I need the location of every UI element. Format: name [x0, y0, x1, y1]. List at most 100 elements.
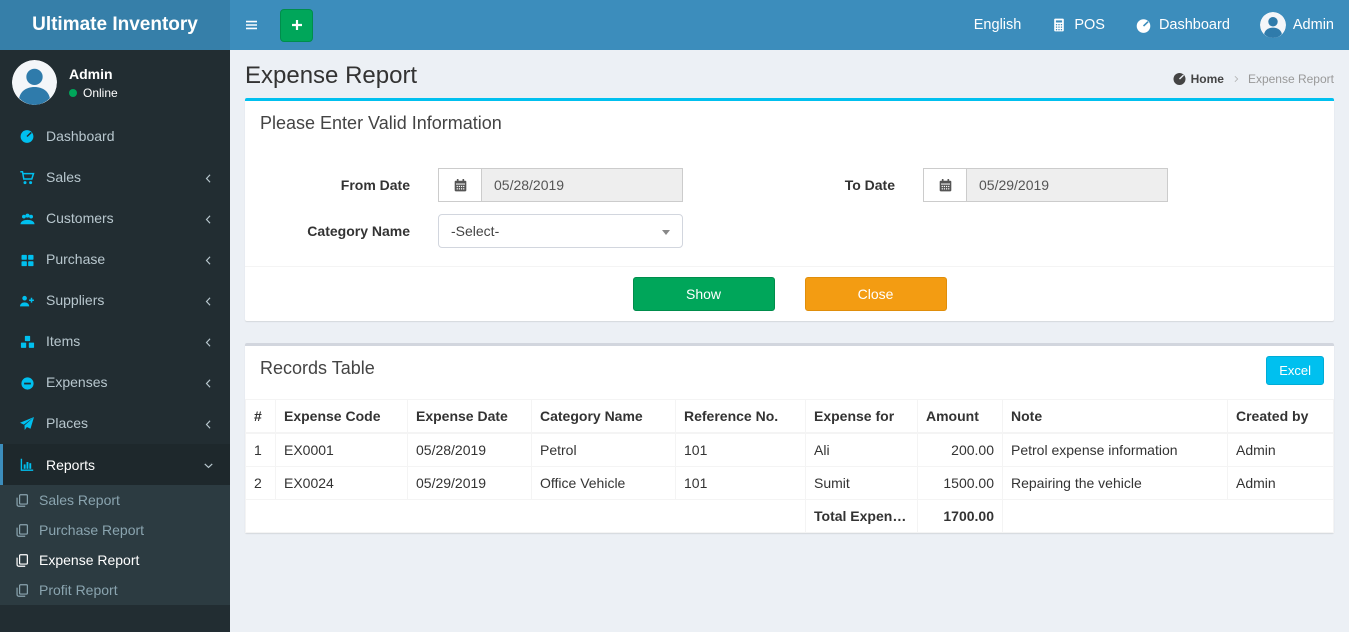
sidebar-item-label: Expenses [46, 374, 108, 391]
cell-note: Petrol expense information [1002, 432, 1228, 467]
records-box-title: Records Table [260, 358, 375, 378]
close-button[interactable]: Close [804, 277, 947, 311]
table-row: 1 EX0001 05/28/2019 Petrol 101 Ali 200.0… [245, 432, 1334, 467]
sidebar-item-places[interactable]: Places [0, 403, 230, 444]
calendar-icon [939, 178, 951, 191]
category-name-label: Category Name [307, 223, 410, 239]
user-plus-icon [19, 295, 35, 308]
from-date-input[interactable] [481, 168, 683, 202]
records-table: # Expense Code Expense Date Category Nam… [245, 399, 1334, 533]
breadcrumb-home-label: Home [1190, 71, 1224, 86]
to-date-calendar-addon[interactable] [923, 168, 966, 202]
sidebar-item-label: Items [46, 333, 81, 350]
cell-reference-no: 101 [675, 432, 806, 467]
nav-language-label: English [973, 17, 1022, 33]
sidebar-user-panel: Admin Online [0, 50, 230, 115]
avatar [12, 60, 57, 105]
quick-add-button[interactable] [280, 8, 313, 42]
sidebar-user-name: Admin [69, 65, 113, 82]
from-date-group [438, 168, 683, 202]
excel-export-button[interactable]: Excel [1266, 356, 1324, 385]
cell-category-name: Petrol [531, 432, 676, 467]
chevron-left-icon [205, 173, 211, 183]
cart-icon [19, 170, 35, 185]
sidebar-item-label: Reports [46, 456, 96, 473]
cell-index: 1 [245, 432, 276, 467]
copy-icon [16, 493, 28, 507]
show-button[interactable]: Show [632, 277, 775, 311]
sidebar-item-purchase-report[interactable]: Purchase Report [0, 515, 230, 545]
to-date-group [923, 168, 1168, 202]
total-row-spacer [1002, 499, 1334, 533]
column-header: Created by [1227, 399, 1334, 434]
copy-icon [16, 553, 28, 567]
sidebar-item-expense-report[interactable]: Expense Report [0, 545, 230, 575]
submenu-item-label: Sales Report [39, 492, 120, 509]
sidebar-item-reports[interactable]: Reports [0, 443, 230, 486]
cell-expense-code: EX0024 [275, 466, 408, 500]
chevron-left-icon [205, 297, 211, 306]
person-icon [1259, 12, 1286, 38]
sidebar-item-label: Dashboard [46, 127, 115, 144]
avatar [1259, 12, 1286, 38]
filter-box-header: Please Enter Valid Information [245, 101, 1334, 146]
cell-category-name: Office Vehicle [531, 466, 676, 500]
nav-pos-label: POS [1074, 17, 1105, 33]
submenu-item-label: Expense Report [39, 552, 140, 569]
sidebar-item-items[interactable]: Items [0, 321, 230, 362]
chevron-down-icon [204, 463, 213, 469]
page-title: Expense Report [245, 62, 418, 89]
cell-created-by: Admin [1227, 466, 1334, 500]
app-logo[interactable]: Ultimate Inventory [0, 0, 230, 50]
nav-language[interactable]: English [959, 0, 1037, 50]
chevron-left-icon [205, 420, 211, 429]
gauge-icon [1135, 17, 1152, 34]
gauge-icon [19, 129, 35, 144]
users-icon [20, 213, 34, 225]
column-header: Expense for [805, 399, 918, 434]
hamburger-icon [245, 20, 258, 30]
paper-plane-icon [20, 416, 34, 430]
category-select-value: -Select- [451, 223, 500, 239]
column-header: Expense Code [275, 399, 408, 434]
filter-box-title: Please Enter Valid Information [260, 113, 502, 133]
breadcrumb-home-link[interactable]: Home [1172, 71, 1224, 86]
filter-box-footer: Show Close [245, 266, 1334, 321]
grid-icon [21, 254, 33, 266]
nav-dashboard[interactable]: Dashboard [1120, 0, 1245, 50]
cell-note: Repairing the vehicle [1002, 466, 1228, 500]
from-date-calendar-addon[interactable] [438, 168, 481, 202]
sidebar-menu: Dashboard Sales Customers Purchase Suppl… [0, 115, 230, 486]
records-table-wrap: # Expense Code Expense Date Category Nam… [245, 391, 1334, 533]
sidebar-item-expenses[interactable]: Expenses [0, 362, 230, 403]
nav-user-menu[interactable]: Admin [1245, 0, 1349, 50]
sidebar-toggle-button[interactable] [230, 0, 273, 50]
cell-amount: 200.00 [917, 432, 1003, 467]
table-header-row: # Expense Code Expense Date Category Nam… [245, 399, 1334, 434]
nav-pos[interactable]: POS [1036, 0, 1120, 50]
cell-expense-date: 05/28/2019 [407, 432, 532, 467]
calculator-icon [1054, 18, 1065, 32]
sidebar-item-label: Places [46, 415, 89, 432]
total-expense-value: 1700.00 [917, 499, 1003, 533]
content-header: Expense Report Home Expense Report [245, 50, 1334, 98]
to-date-input[interactable] [966, 168, 1168, 202]
bar-chart-icon [20, 458, 34, 472]
sidebar-item-dashboard[interactable]: Dashboard [0, 115, 230, 156]
category-select[interactable]: -Select- [438, 214, 683, 248]
sidebar-item-sales[interactable]: Sales [0, 156, 230, 197]
sidebar-item-sales-report[interactable]: Sales Report [0, 485, 230, 515]
submenu-item-label: Purchase Report [39, 522, 145, 539]
records-box-header: Records Table Excel [245, 346, 1334, 391]
sidebar-item-purchase[interactable]: Purchase [0, 239, 230, 280]
cell-expense-for: Ali [805, 432, 918, 467]
total-expense-label: Total Expense : [805, 499, 918, 533]
cell-created-by: Admin [1227, 432, 1334, 467]
reports-submenu: Sales Report Purchase Report Expense Rep… [0, 485, 230, 606]
sidebar-item-customers[interactable]: Customers [0, 198, 230, 239]
sidebar-item-profit-report[interactable]: Profit Report [0, 575, 230, 605]
cell-expense-code: EX0001 [275, 432, 408, 467]
copy-icon [16, 583, 28, 597]
sidebar-item-suppliers[interactable]: Suppliers [0, 280, 230, 321]
navbar-right: English POS Dashboard Admin [959, 0, 1349, 50]
